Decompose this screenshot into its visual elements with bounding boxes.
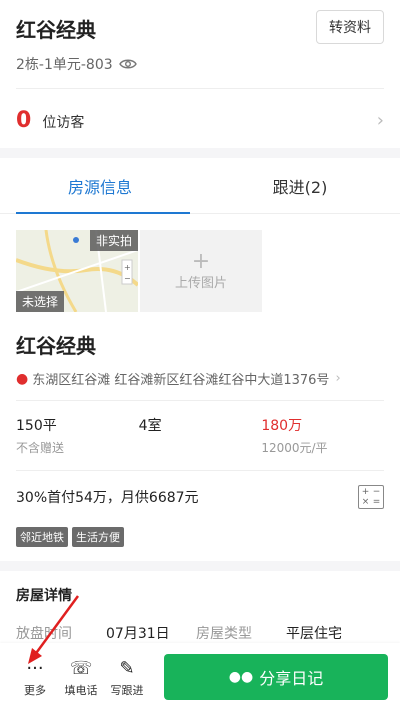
stat-rooms: 4室	[139, 415, 262, 456]
bottom-action-bar: ··· 更多 ☏ 填电话 ✎ 写跟进 ●● 分享日记	[0, 643, 400, 710]
share-diary-label: 分享日记	[259, 668, 324, 688]
write-follow-up-button[interactable]: ✎ 写跟进	[104, 656, 150, 698]
svg-text:−: −	[124, 274, 131, 283]
payment-row: 30%首付54万，月供6687元 + − × =	[16, 470, 384, 523]
title-row: 红谷经典 转资料	[16, 10, 384, 44]
info-title: 红谷经典	[16, 334, 96, 358]
info-section: 红谷经典 ● 东湖区红谷滩 红谷滩新区红谷滩红谷中大道1376号 › 150平 …	[0, 330, 400, 561]
price-value: 180万	[261, 418, 303, 434]
details-title: 房屋详情	[16, 588, 72, 604]
address-row[interactable]: ● 东湖区红谷滩 红谷滩新区红谷滩红谷中大道1376号 ›	[16, 369, 384, 389]
badge-convenient-living: 生活方便	[72, 527, 124, 547]
section-gap	[0, 561, 400, 571]
main-card: 房源信息 跟进(2) + − 非实拍 未选择 + 上传图片 红谷经典 ● 东湖区…	[0, 158, 400, 561]
unit-price: 12000元/平	[261, 441, 328, 455]
tab-bar: 房源信息 跟进(2)	[0, 158, 400, 214]
house-type-label: 房屋类型	[196, 626, 252, 642]
rooms-value: 4室	[138, 418, 162, 434]
listing-time-label: 放盘时间	[16, 626, 72, 642]
phone-add-icon: ☏	[69, 658, 93, 679]
tab-listing-info[interactable]: 房源信息	[0, 158, 200, 213]
details-row: 放盘时间 07月31日 房屋类型 平层住宅	[16, 623, 384, 643]
stats-row: 150平 不含赠送 4室 180万 12000元/平	[16, 415, 384, 456]
svg-text:+: +	[124, 263, 131, 272]
share-diary-button[interactable]: ●● 分享日记	[164, 653, 388, 700]
stat-price: 180万 12000元/平	[261, 415, 384, 456]
stat-area: 150平 不含赠送	[16, 415, 139, 456]
unselected-tag: 未选择	[16, 291, 65, 312]
visitor-row[interactable]: 0 位访客 ›	[16, 89, 384, 151]
upload-label: 上传图片	[174, 275, 227, 291]
media-row: + − 非实拍 未选择 + 上传图片	[0, 214, 400, 312]
payment-text: 30%首付54万，月供6687元	[16, 490, 199, 506]
more-label: 更多	[24, 683, 46, 697]
upload-image-button[interactable]: + 上传图片	[140, 230, 262, 312]
location-pin-icon: ●	[16, 370, 29, 387]
not-real-photo-tag: 非实拍	[89, 230, 138, 251]
header-card: 红谷经典 转资料 2栋-1单元-803 0 位访客 ›	[0, 0, 400, 148]
unit-row: 2栋-1单元-803	[16, 54, 384, 74]
area-value: 150平	[16, 418, 57, 434]
property-title: 红谷经典	[16, 18, 96, 42]
fill-phone-label: 填电话	[64, 683, 98, 697]
more-button[interactable]: ··· 更多	[12, 656, 58, 698]
unit-label: 2栋-1单元-803	[16, 57, 113, 73]
chevron-right-icon: ›	[376, 109, 384, 131]
transfer-data-button[interactable]: 转资料	[316, 10, 384, 44]
section-gap	[0, 148, 400, 158]
address-text: 东湖区红谷滩 红谷滩新区红谷滩红谷中大道1376号	[32, 373, 330, 388]
badge-near-subway: 邻近地铁	[16, 527, 68, 547]
visitor-info: 0 位访客	[16, 108, 84, 133]
plus-icon: +	[191, 248, 211, 274]
visitor-count: 0	[16, 107, 32, 133]
active-tab-indicator	[16, 212, 190, 214]
edit-icon: ✎	[119, 658, 135, 679]
tab-follow-up[interactable]: 跟进(2)	[200, 158, 400, 213]
more-icon: ···	[26, 658, 44, 679]
eye-icon[interactable]	[118, 58, 137, 70]
area-sub: 不含赠送	[16, 441, 65, 455]
wechat-icon: ●●	[228, 668, 254, 685]
chevron-right-icon: ›	[335, 371, 341, 386]
visitor-label: 位访客	[42, 114, 85, 131]
listing-time-value: 07月31日	[106, 626, 170, 642]
house-type-value: 平层住宅	[286, 626, 342, 642]
feature-badges: 邻近地铁 生活方便	[16, 523, 384, 561]
map-thumbnail[interactable]: + − 非实拍 未选择	[16, 230, 138, 312]
info-divider	[16, 400, 384, 401]
calculator-icon[interactable]: + − × =	[358, 485, 384, 509]
fill-phone-button[interactable]: ☏ 填电话	[58, 656, 104, 698]
write-follow-up-label: 写跟进	[110, 683, 144, 697]
